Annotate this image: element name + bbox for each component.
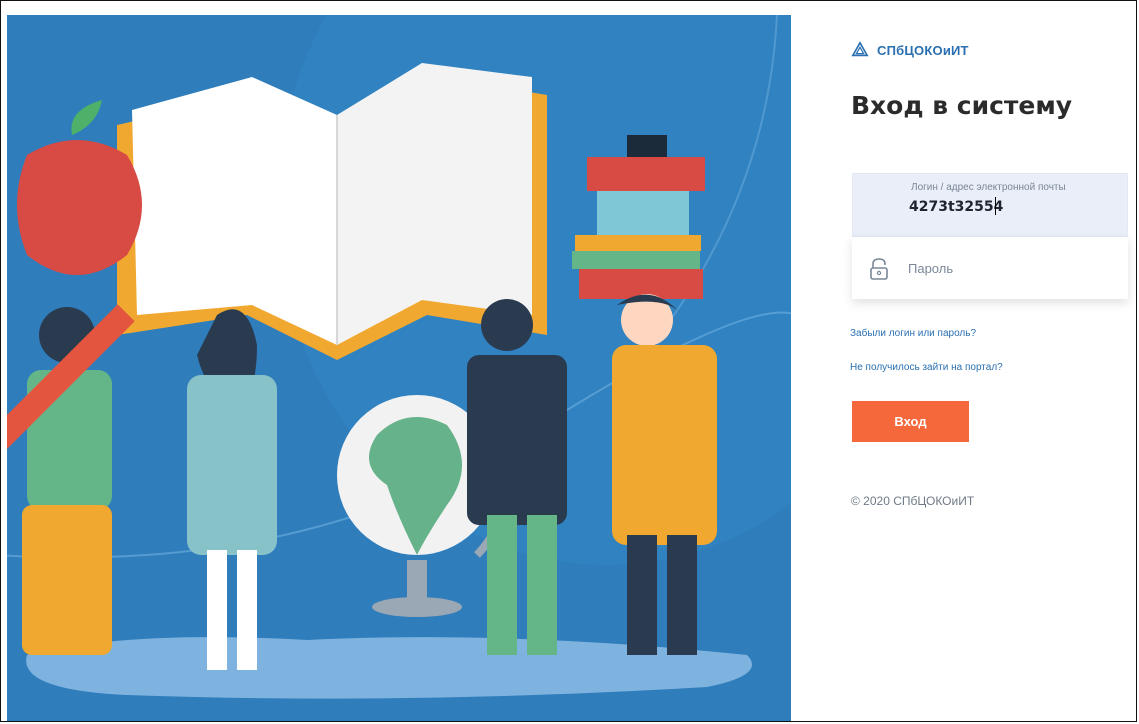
brand-logo-icon — [851, 41, 869, 57]
login-label: Логин / адрес электронной почты — [911, 182, 1066, 193]
login-field[interactable]: Логин / адрес электронной почты — [852, 173, 1128, 237]
text-caret — [995, 197, 996, 215]
copyright: © 2020 СПбЦОКОиИТ — [851, 494, 975, 508]
password-field[interactable] — [852, 237, 1128, 299]
password-input[interactable] — [908, 261, 1108, 276]
lock-icon — [868, 257, 890, 286]
login-input[interactable] — [909, 199, 1109, 215]
login-button[interactable]: Вход — [852, 401, 969, 442]
login-panel: СПбЦОКОиИТ Вход в систему Логин / адрес … — [791, 1, 1136, 721]
illustration-image — [7, 15, 791, 699]
brand[interactable]: СПбЦОКОиИТ — [851, 41, 969, 59]
login-page: СПбЦОКОиИТ Вход в систему Логин / адрес … — [0, 0, 1137, 722]
education-illustration — [7, 15, 791, 721]
brand-name: СПбЦОКОиИТ — [877, 42, 969, 58]
cant-login-link[interactable]: Не получилось зайти на портал? — [850, 362, 1003, 373]
forgot-password-link[interactable]: Забыли логин или пароль? — [850, 328, 976, 339]
page-title: Вход в систему — [851, 91, 1073, 120]
